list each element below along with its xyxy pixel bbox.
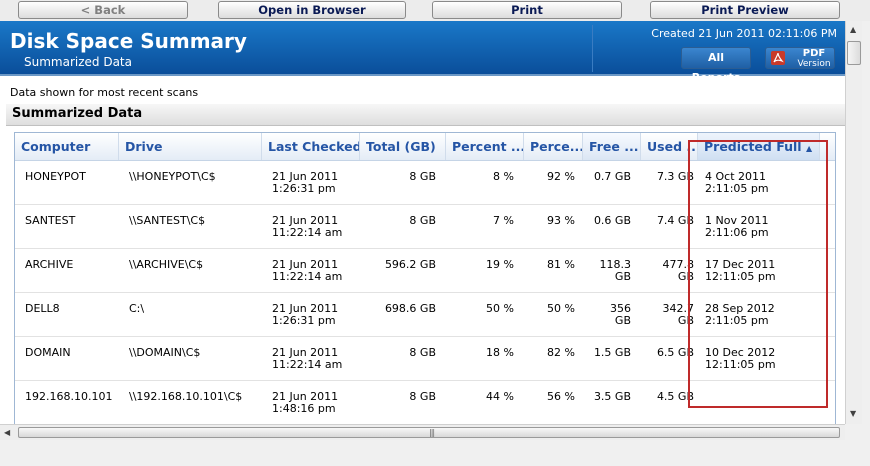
cell-computer: DOMAIN <box>25 346 71 359</box>
cell-computer: ARCHIVE <box>25 258 74 271</box>
cell-pct_used: 44 % <box>486 390 514 403</box>
open-in-browser-button[interactable]: Open in Browser <box>218 1 406 19</box>
cell-checked: 21 Jun 2011 11:22:14 am <box>262 336 360 380</box>
cell-drive: \\SANTEST\C$ <box>129 214 206 227</box>
horizontal-scrollbar[interactable]: ◀ ||| <box>0 424 845 440</box>
cell-total: 596.2 GB <box>384 258 436 271</box>
scroll-up-arrow-icon[interactable]: ▲ <box>850 25 856 34</box>
cell-drive: \\192.168.10.101\C$ <box>129 390 243 403</box>
scroll-left-arrow-icon[interactable]: ◀ <box>4 428 10 437</box>
cell-pct_used: 19 % <box>486 258 514 271</box>
cell-total: 698.6 GB <box>384 302 436 315</box>
cell-drive: \\ARCHIVE\C$ <box>129 258 204 271</box>
vertical-scroll-thumb[interactable] <box>847 41 861 65</box>
cell-used-line2: GB <box>677 314 694 327</box>
cell-computer: 192.168.10.101 <box>25 390 113 403</box>
pdf-version-button[interactable]: PDF Version <box>765 47 835 69</box>
cell-free: 0.6 GB <box>583 204 641 248</box>
data-note: Data shown for most recent scans <box>10 86 199 99</box>
cell-pct_free: 93 % <box>547 214 575 227</box>
cell-checked-line2: 1:26:31 pm <box>272 182 336 195</box>
cell-used-line1: 7.4 GB <box>656 214 694 227</box>
cell-computer: HONEYPOT <box>25 170 86 183</box>
col-header-total[interactable]: Total (GB) <box>360 133 446 160</box>
cell-checked: 21 Jun 2011 11:22:14 am <box>262 204 360 248</box>
cell-free: 0.7 GB <box>583 160 641 204</box>
report-banner: Disk Space Summary Summarized Data Creat… <box>0 21 845 84</box>
page-title: Disk Space Summary <box>10 29 247 53</box>
section-title: Summarized Data <box>12 106 143 121</box>
cell-free-line2: GB <box>614 270 631 283</box>
cell-pct_used: 8 % <box>493 170 514 183</box>
cell-drive: \\HONEYPOT\C$ <box>129 170 216 183</box>
cell-total: 8 GB <box>409 390 436 403</box>
cell-checked-line2: 1:48:16 pm <box>272 402 336 415</box>
print-preview-button[interactable]: Print Preview <box>650 1 840 19</box>
pdf-sub-label: Version <box>797 59 831 69</box>
cell-used-line2: GB <box>677 270 694 283</box>
cell-free-line2: GB <box>614 314 631 327</box>
cell-free-line1: 3.5 GB <box>593 390 631 403</box>
cell-total: 8 GB <box>409 170 436 183</box>
cell-computer: DELL8 <box>25 302 60 315</box>
predicted-full-highlight-box <box>688 140 828 408</box>
cell-pct_free: 50 % <box>547 302 575 315</box>
banner-divider <box>592 25 593 72</box>
cell-checked: 21 Jun 2011 11:22:14 am <box>262 248 360 292</box>
cell-total: 8 GB <box>409 346 436 359</box>
back-button[interactable]: < Back <box>18 1 188 19</box>
cell-drive: C:\ <box>129 302 145 315</box>
cell-pct_used: 50 % <box>486 302 514 315</box>
cell-pct_free: 56 % <box>547 390 575 403</box>
page-subtitle: Summarized Data <box>24 55 132 69</box>
cell-used-line1: 7.3 GB <box>656 170 694 183</box>
cell-drive: \\DOMAIN\C$ <box>129 346 201 359</box>
cell-free: 356 GB <box>583 292 641 336</box>
cell-pct_used: 7 % <box>493 214 514 227</box>
cell-checked-line2: 11:22:14 am <box>272 226 343 239</box>
col-header-computer[interactable]: Computer <box>15 133 119 160</box>
cell-checked: 21 Jun 2011 1:48:16 pm <box>262 380 360 424</box>
cell-used-line1: 6.5 GB <box>656 346 694 359</box>
cell-checked-line2: 11:22:14 am <box>272 270 343 283</box>
cell-computer: SANTEST <box>25 214 76 227</box>
section-header: Summarized Data <box>6 104 845 126</box>
horizontal-scroll-thumb[interactable]: ||| <box>18 427 840 438</box>
col-header-percent-free[interactable]: Perce... <box>524 133 583 160</box>
report-viewport: Disk Space Summary Summarized Data Creat… <box>0 21 845 424</box>
pdf-label: PDF <box>802 48 826 59</box>
cell-checked: 21 Jun 2011 1:26:31 pm <box>262 292 360 336</box>
cell-checked-line2: 1:26:31 pm <box>272 314 336 327</box>
cell-free: 118.3 GB <box>583 248 641 292</box>
col-header-last-checked[interactable]: Last Checked <box>262 133 360 160</box>
cell-free: 1.5 GB <box>583 336 641 380</box>
vertical-scrollbar[interactable]: ▲ ▼ <box>845 21 862 424</box>
cell-pct_free: 82 % <box>547 346 575 359</box>
created-timestamp: Created 21 Jun 2011 02:11:06 PM <box>651 27 837 40</box>
cell-pct_used: 18 % <box>486 346 514 359</box>
col-header-drive[interactable]: Drive <box>119 133 262 160</box>
cell-free-line1: 0.7 GB <box>593 170 631 183</box>
scroll-down-arrow-icon[interactable]: ▼ <box>850 409 856 418</box>
cell-pct_free: 81 % <box>547 258 575 271</box>
toolbar: < Back Open in Browser Print Print Previ… <box>0 0 870 21</box>
cell-pct_free: 92 % <box>547 170 575 183</box>
cell-free-line1: 0.6 GB <box>593 214 631 227</box>
cell-total: 8 GB <box>409 214 436 227</box>
cell-checked: 21 Jun 2011 1:26:31 pm <box>262 160 360 204</box>
cell-used-line1: 4.5 GB <box>656 390 694 403</box>
cell-checked-line2: 11:22:14 am <box>272 358 343 371</box>
all-reports-button[interactable]: All Reports <box>681 47 751 84</box>
pdf-icon <box>771 51 785 65</box>
col-header-percent-used[interactable]: Percent ... <box>446 133 524 160</box>
cell-free-line1: 1.5 GB <box>593 346 631 359</box>
print-button[interactable]: Print <box>432 1 622 19</box>
col-header-free[interactable]: Free ... <box>583 133 641 160</box>
cell-free: 3.5 GB <box>583 380 641 424</box>
